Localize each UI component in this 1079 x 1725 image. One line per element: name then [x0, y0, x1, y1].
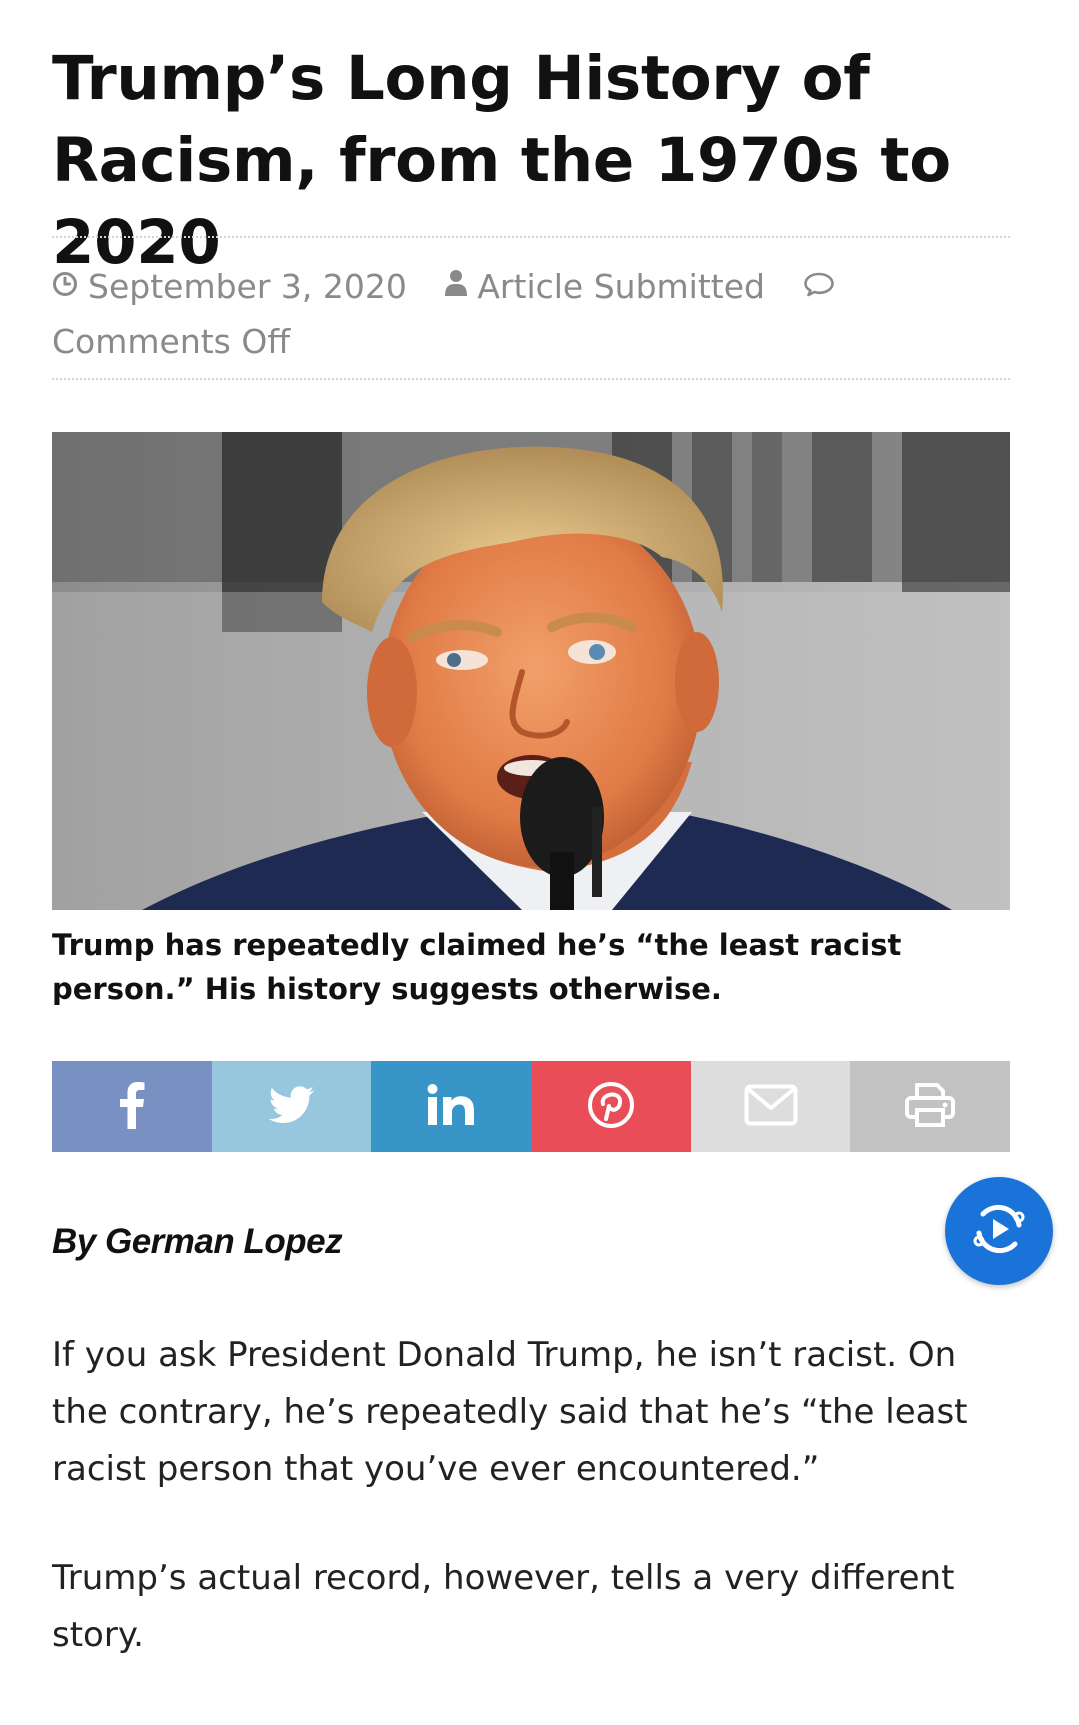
share-facebook-button[interactable]	[52, 1061, 212, 1152]
share-print-button[interactable]	[850, 1061, 1011, 1152]
article-page: Trump’s Long History of Racism, from the…	[52, 0, 1011, 1655]
meta-author[interactable]: Article Submitted	[445, 267, 775, 306]
user-icon	[445, 259, 468, 312]
meta-comments-text: Comments Off	[52, 322, 291, 361]
floating-video-button[interactable]	[945, 1177, 1053, 1285]
twitter-icon	[268, 1085, 315, 1128]
share-pinterest-button[interactable]	[531, 1061, 691, 1152]
facebook-icon	[119, 1081, 145, 1133]
video-replay-icon	[971, 1201, 1027, 1261]
share-email-button[interactable]	[690, 1061, 851, 1152]
share-bar	[52, 1061, 1011, 1152]
meta-date: September 3, 2020	[52, 267, 417, 306]
print-icon	[905, 1082, 956, 1132]
email-icon	[744, 1084, 798, 1130]
pinterest-icon	[587, 1081, 635, 1133]
article-meta: September 3, 2020 Article Submitted Comm…	[52, 236, 1010, 380]
meta-author-link[interactable]: Article Submitted	[477, 267, 765, 306]
clock-icon	[52, 259, 78, 312]
linkedin-icon	[427, 1083, 475, 1130]
featured-image	[52, 432, 1010, 910]
article-paragraph: Trump’s actual record, however, tells a …	[52, 1558, 955, 1655]
share-twitter-button[interactable]	[211, 1061, 372, 1152]
comment-icon	[803, 259, 835, 312]
meta-date-text: September 3, 2020	[88, 267, 407, 306]
share-linkedin-button[interactable]	[371, 1061, 532, 1152]
article-paragraph: If you ask President Donald Trump, he is…	[52, 1335, 968, 1489]
article-byline: By German Lopez	[52, 1222, 343, 1261]
image-caption: Trump has repeatedly claimed he’s “the l…	[52, 928, 902, 1006]
